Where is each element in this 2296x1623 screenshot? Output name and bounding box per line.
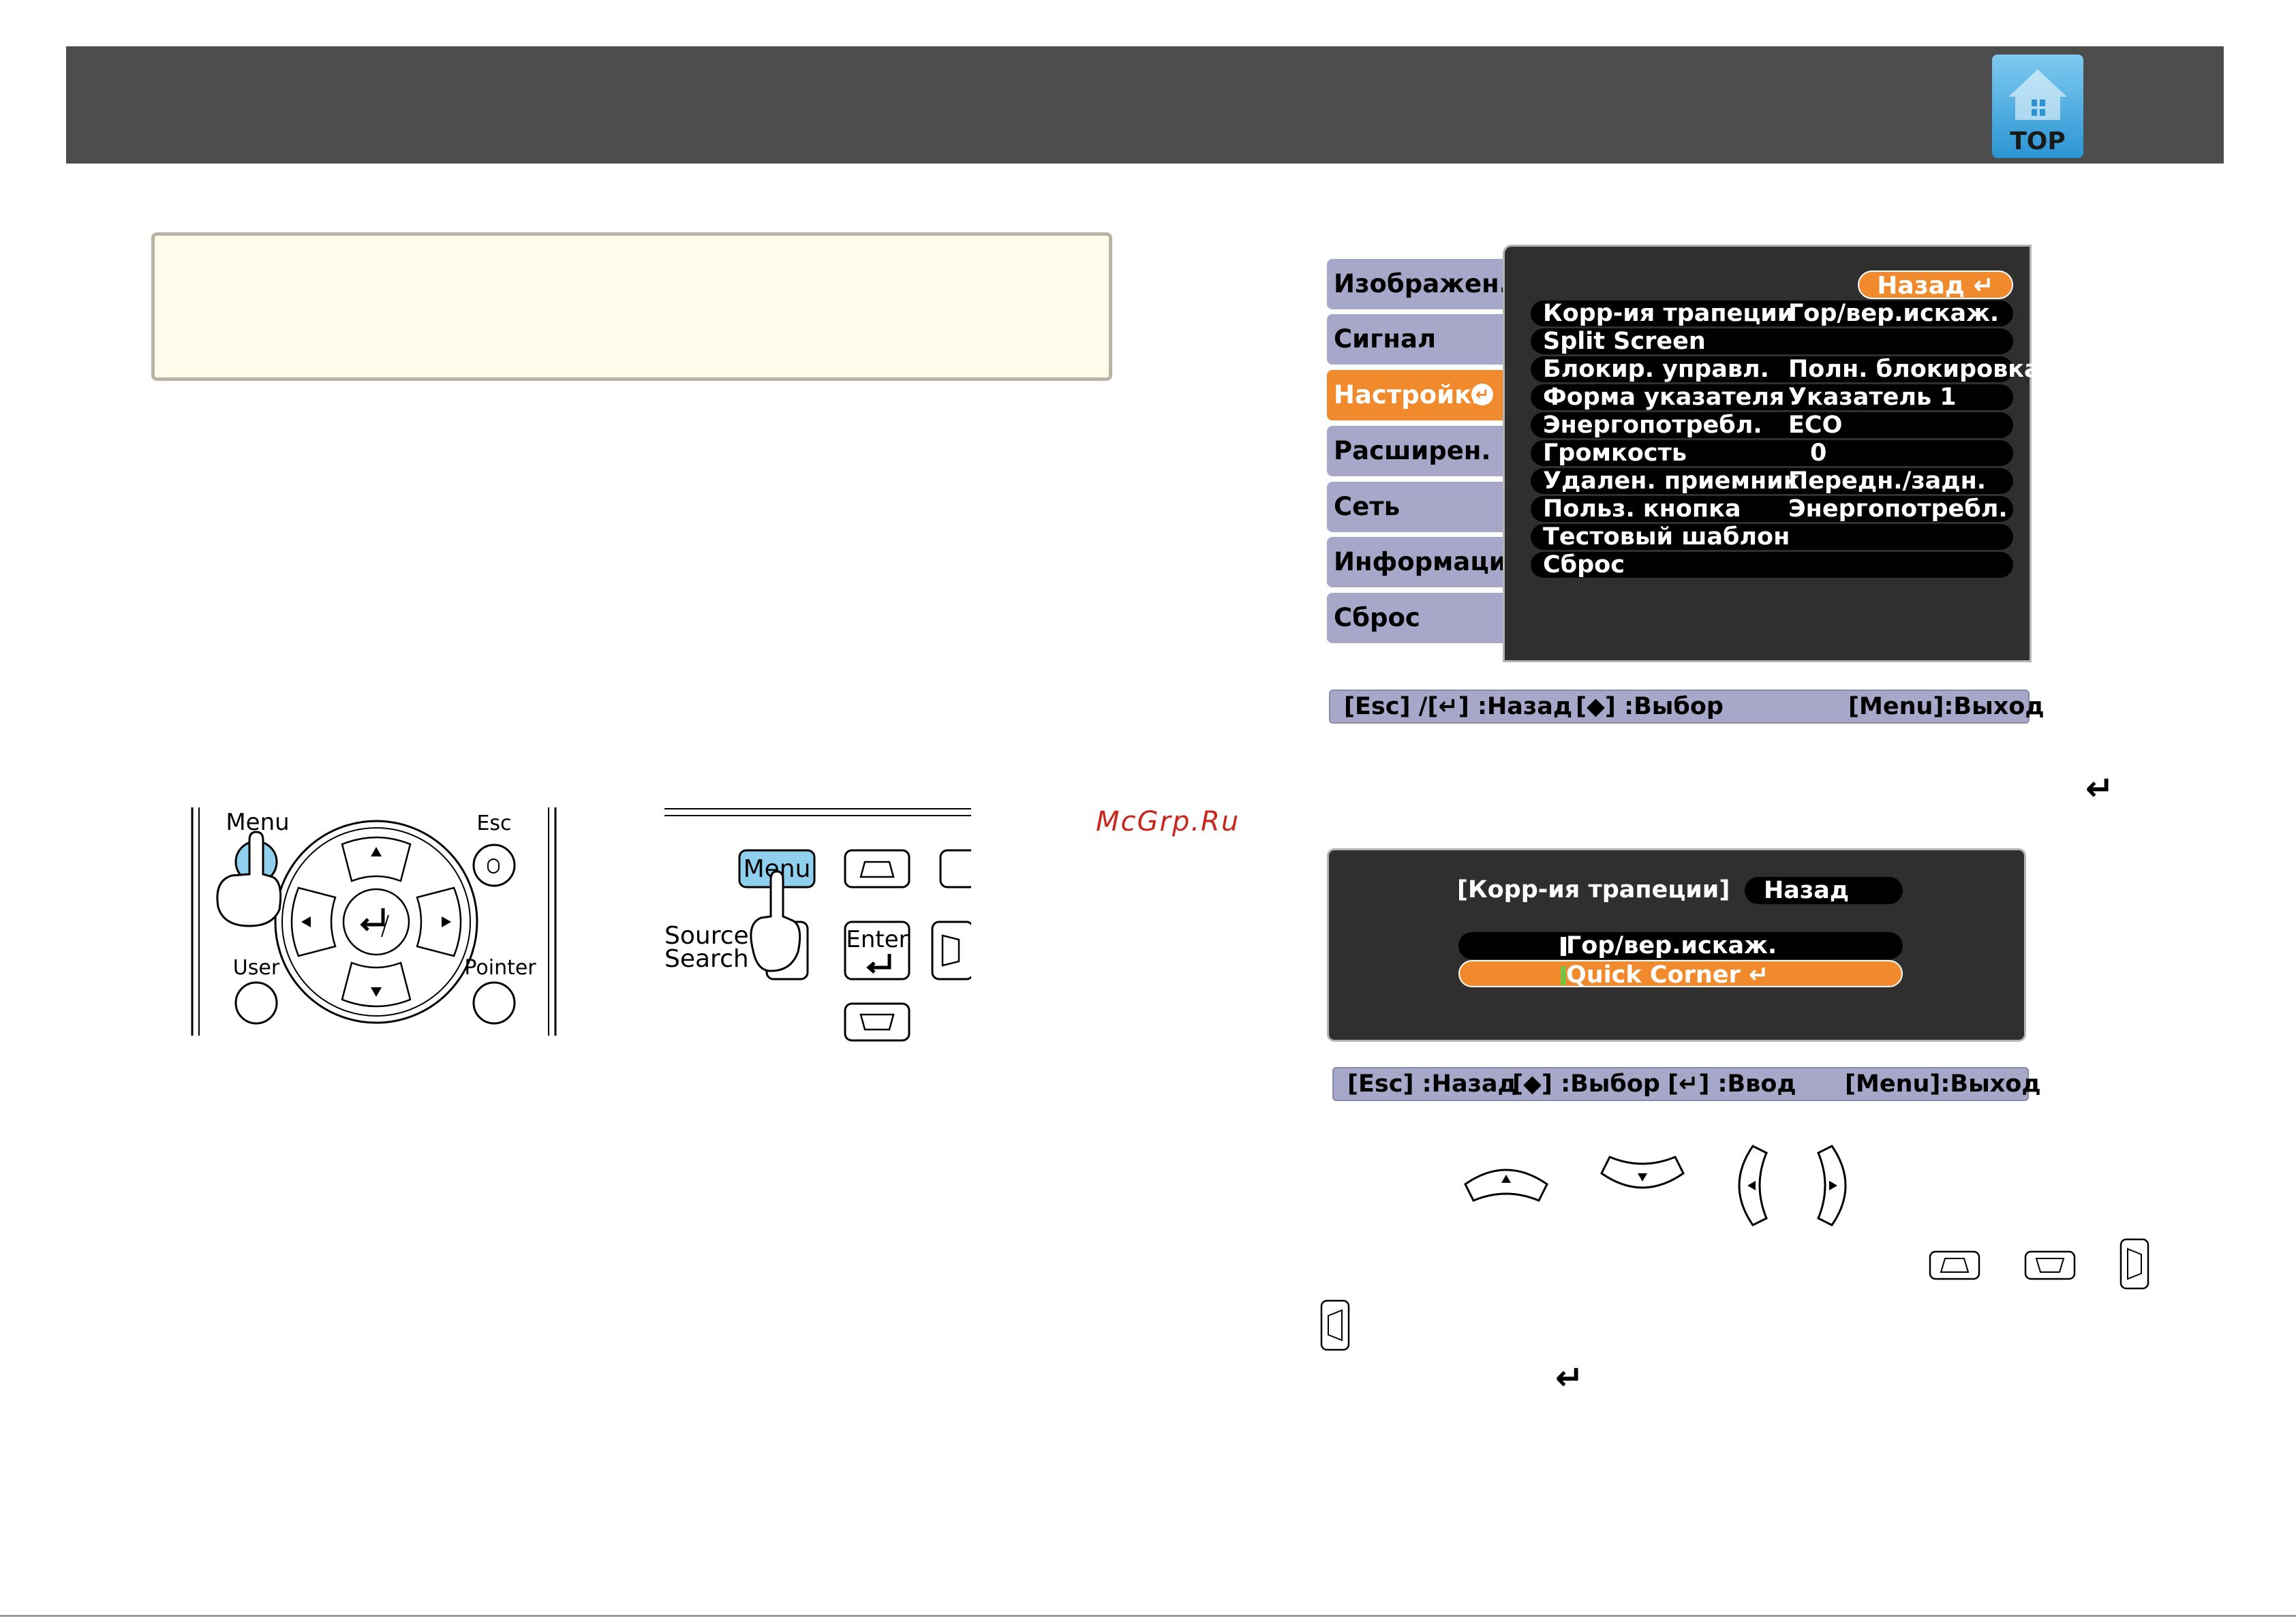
tab-image[interactable]: Изображен.	[1327, 259, 1509, 309]
help-exit: [Menu]:Выход	[1848, 693, 2045, 720]
keystone-back-button[interactable]: Назад	[1745, 877, 1903, 904]
panel-keystone-right-button[interactable]	[931, 921, 971, 980]
slider-marker-icon	[1561, 966, 1566, 985]
help-select: [◆] :Выбор	[1512, 1070, 1660, 1098]
down-button-icon	[1600, 1156, 1685, 1189]
panel-keystone-up-button[interactable]	[844, 849, 910, 888]
remote-up-button[interactable]	[341, 836, 412, 882]
menu-item-pointer-shape[interactable]: Форма указателя Указатель 1	[1531, 384, 2013, 410]
remote-esc-label: Esc	[476, 812, 511, 835]
menu-item-power-consumption[interactable]: Энергопотребл. ECO	[1531, 412, 2013, 438]
tab-reset[interactable]: Сброс	[1327, 593, 1503, 643]
keystone-help-bar: [Esc] :Назад [◆] :Выбор [↵] :Ввод [Menu]…	[1332, 1067, 2041, 1101]
keystone-option-hv[interactable]: Гор/вер.искаж.	[1458, 932, 1903, 959]
remote-left-button[interactable]	[290, 886, 337, 957]
tab-info[interactable]: Информация	[1327, 537, 1522, 587]
enter-icon: ↵	[1471, 384, 1493, 405]
help-back: [Esc] :Назад	[1347, 1070, 1517, 1098]
panel-partial-button[interactable]	[939, 849, 971, 888]
slider-marker-icon	[1561, 937, 1566, 956]
tab-network[interactable]: Сеть	[1327, 482, 1503, 532]
menu-item-keystone[interactable]: Корр-ия трапеции Гор/вер.искаж.	[1531, 300, 2013, 326]
keystone-buttons-row	[1929, 1238, 2149, 1290]
menu-item-user-button[interactable]: Польз. кнопка Энергопотребл.	[1531, 496, 2013, 522]
remote-esc-button[interactable]	[472, 844, 516, 887]
remote-pointer-button[interactable]	[472, 981, 516, 1025]
house-icon	[2008, 69, 2067, 120]
help-enter: [↵] :Ввод	[1668, 1070, 1796, 1098]
help-back: [Esc] /[↵] :Назад	[1344, 693, 1573, 720]
enter-icon: ↵	[1748, 961, 1769, 989]
keystone-right-icon	[2119, 1238, 2149, 1290]
note-box	[151, 232, 1112, 381]
menu-item-test-pattern[interactable]: Тестовый шаблон	[1531, 524, 2013, 550]
panel-keystone-down-button[interactable]	[844, 1002, 910, 1042]
enter-icon: ↵	[1973, 272, 1994, 300]
tab-extended[interactable]: Расширен.	[1327, 426, 1503, 476]
enter-icon: ↵	[2085, 769, 2114, 808]
remote-user-button[interactable]	[234, 981, 278, 1025]
panel-enter-label: Enter	[846, 926, 908, 953]
settings-help-bar: [Esc] /[↵] :Назад [◆] :Выбор [Menu]:Выхо…	[1329, 690, 2045, 724]
remote-right-button[interactable]	[416, 886, 462, 957]
menu-item-volume[interactable]: Громкость 0	[1531, 440, 2013, 466]
footer-rule	[0, 1615, 2296, 1617]
help-select: [◆] :Выбор	[1576, 693, 1724, 720]
menu-item-remote-receiver[interactable]: Удален. приемник Передн./задн.	[1531, 468, 2013, 494]
menu-item-operation-lock[interactable]: Блокир. управл. Полн. блокировка	[1531, 356, 2040, 382]
page-header-bar	[66, 46, 2224, 164]
enter-icon: ↵	[1555, 1358, 1584, 1397]
keystone-up-icon	[1929, 1250, 1980, 1280]
remote-pointer-label: Pointer	[464, 956, 536, 980]
watermark: McGrp.Ru	[1096, 806, 1240, 837]
keystone-down-icon	[2024, 1250, 2076, 1280]
help-exit: [Menu]:Выход	[1845, 1070, 2041, 1098]
keystone-title: [Корр-ия трапеции]	[1457, 876, 1730, 903]
top-label: TOP	[2010, 127, 2066, 155]
back-button[interactable]: Назад ↵	[1858, 270, 2013, 300]
direction-buttons-row	[1464, 1145, 1847, 1226]
menu-item-split-screen[interactable]: Split Screen	[1531, 328, 2013, 354]
tab-signal[interactable]: Сигнал	[1327, 314, 1503, 365]
tab-settings[interactable]: Настройки ↵	[1327, 370, 1503, 420]
remote-enter-button[interactable]	[342, 888, 410, 956]
remote-control-illustration: Menu Esc User Pointer	[191, 807, 557, 1036]
remote-user-label: User	[233, 956, 280, 980]
pressing-hand-icon	[216, 831, 282, 927]
tab-settings-label: Настройки	[1334, 380, 1490, 409]
remote-down-button[interactable]	[341, 961, 412, 1008]
back-label: Назад	[1877, 272, 1965, 300]
menu-item-reset[interactable]: Сброс	[1531, 552, 2013, 578]
control-panel-illustration: Menu Source Search Enter	[664, 808, 971, 1042]
keystone-option-quick-corner[interactable]: Quick Corner ↵	[1458, 960, 1903, 989]
up-button-icon	[1464, 1169, 1548, 1202]
panel-source-search-line2: Search	[664, 945, 749, 973]
keystone-left-icon	[1320, 1299, 1350, 1351]
top-button[interactable]: TOP	[1992, 55, 2083, 158]
